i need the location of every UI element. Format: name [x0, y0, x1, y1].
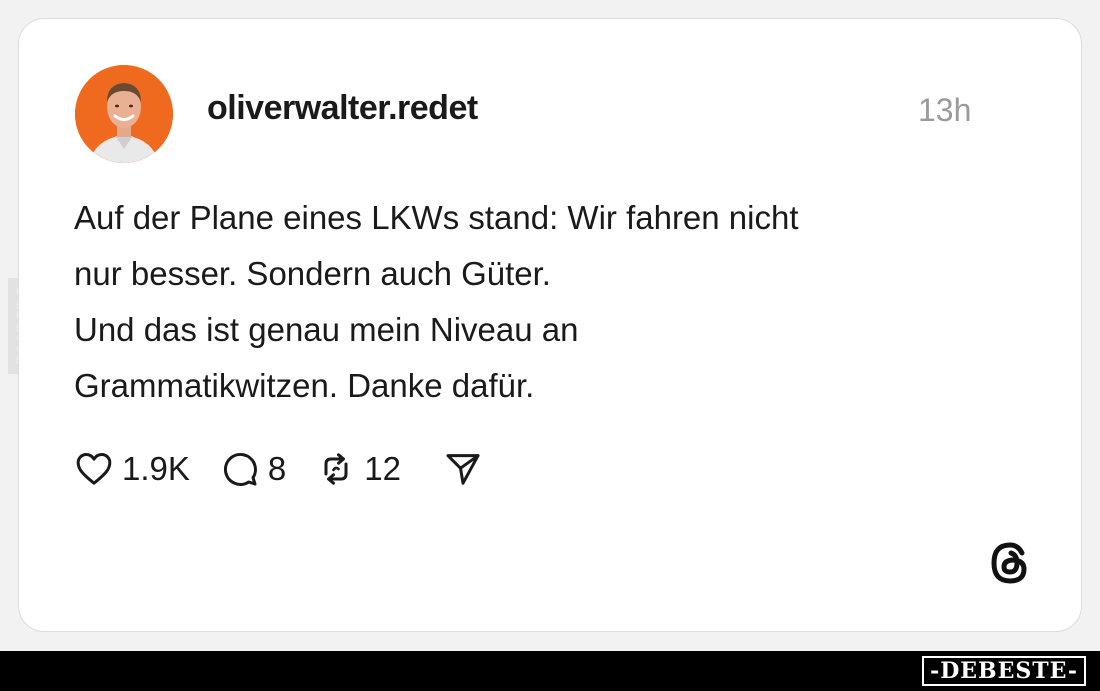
repost-icon	[324, 453, 348, 485]
username[interactable]: oliverwalter.redet	[207, 89, 478, 128]
post-timestamp: 13h	[918, 92, 972, 128]
action-bar: 1.9K 8 12	[74, 446, 513, 492]
heart-icon	[76, 453, 112, 485]
post-text-line: nur besser. Sondern auch Güter.	[74, 255, 551, 292]
footer-watermark: -DEBESTE-	[922, 656, 1086, 686]
threads-logo-icon[interactable]	[984, 537, 1036, 589]
comment-button[interactable]: 8	[220, 449, 286, 489]
comment-icon	[223, 452, 257, 486]
repost-button[interactable]: 12	[316, 449, 401, 489]
threads-logo-glyph	[991, 542, 1027, 584]
like-count: 1.9K	[122, 450, 190, 487]
comment-count: 8	[267, 450, 287, 487]
share-button[interactable]	[443, 449, 483, 489]
avatar[interactable]	[75, 65, 173, 163]
page: DEBESTE oliverwalter.redet 13h Auf der P…	[0, 0, 1100, 691]
post-text-line: Auf der Plane eines LKWs stand: Wir fahr…	[74, 199, 799, 236]
post-text-line: Und das ist genau mein Niveau an	[74, 311, 579, 348]
repost-count: 12	[364, 450, 401, 487]
like-button[interactable]: 1.9K	[74, 449, 190, 489]
post-text-line: Grammatikwitzen. Danke dafür.	[74, 367, 535, 404]
footer-bar: -DEBESTE-	[0, 651, 1100, 691]
share-icon	[446, 454, 480, 485]
avatar-photo-icon	[75, 65, 173, 163]
post-text: Auf der Plane eines LKWs stand: Wir fahr…	[74, 190, 974, 414]
